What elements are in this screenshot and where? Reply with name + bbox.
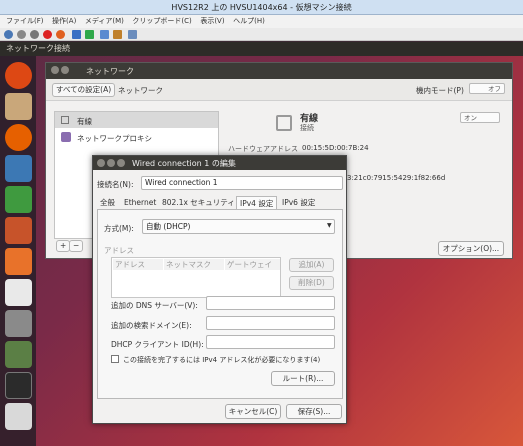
system-settings-icon[interactable] [5,310,32,337]
dialog-title: Wired connection 1 の編集 [132,159,236,168]
col-address: アドレス [113,259,163,270]
dialog-maximize-icon[interactable] [117,159,125,167]
require-ipv4-label: この接続を完了するには IPv4 アドレス化が必要になります(4) [123,356,321,364]
vm-toolbar [0,28,523,41]
software-center-icon[interactable] [5,248,32,275]
menu-clipboard[interactable]: クリップボード(C) [132,17,191,25]
writer-icon[interactable] [5,155,32,182]
pause-icon[interactable] [72,30,81,39]
firefox-icon[interactable] [5,124,32,151]
airplane-state: オフ [488,85,501,93]
terminal-icon[interactable] [5,372,32,399]
close-icon[interactable] [51,66,59,74]
list-item-wired[interactable]: 有線 [55,112,218,128]
menu-help[interactable]: ヘルプ(H) [233,17,265,25]
add-address-button[interactable]: 追加(A) [289,258,334,272]
dialog-minimize-icon[interactable] [107,159,115,167]
dash-icon[interactable] [5,62,32,89]
calc-icon[interactable] [5,186,32,213]
update-manager-icon[interactable] [5,341,32,368]
dialog-close-icon[interactable] [97,159,105,167]
impress-icon[interactable] [5,217,32,244]
menu-view[interactable]: 表示(V) [200,17,224,25]
files-icon[interactable] [5,93,32,120]
revert-icon[interactable] [113,30,122,39]
top-panel-title: ネットワーク接続 [6,44,70,53]
menu-media[interactable]: メディア(M) [85,17,124,25]
col-netmask: ネットマスク [164,259,224,270]
resume-icon[interactable] [85,30,94,39]
list-item-proxy[interactable]: ネットワークプロキシ [55,128,218,146]
text-editor-icon[interactable] [5,403,32,430]
all-settings-button[interactable]: すべての設定(A) [52,83,116,97]
save-state-icon[interactable] [56,30,65,39]
ethernet-large-icon [276,115,292,131]
checkpoint-icon[interactable] [100,30,109,39]
search-domain-label: 追加の検索ドメイン(E): [111,321,192,330]
wired-status: 接続 [300,124,314,132]
cancel-button[interactable]: キャンセル(C) [225,404,281,419]
require-ipv4-checkbox[interactable] [111,355,119,363]
conn-name-input[interactable]: Wired connection 1 [141,176,343,190]
options-button[interactable]: オプション(O)... [438,241,504,256]
tab-8021x[interactable]: 802.1x セキュリティ [159,196,238,209]
start-icon[interactable] [17,30,26,39]
ctrl-alt-del-icon[interactable] [4,30,13,39]
wired-toggle-state: オン [464,114,477,122]
ubuntu-top-panel: ネットワーク接続 [0,42,523,56]
routes-button[interactable]: ルート(R)... [271,371,335,386]
vm-window-title: HVS12R2 上の HVSU1404x64 - 仮想マシン接続 [171,3,352,12]
address-section-label: アドレス [104,246,134,255]
tab-ipv6[interactable]: IPv6 設定 [279,196,318,209]
airplane-mode-label: 機内モード(P) [416,86,464,95]
list-item-label: ネットワークプロキシ [77,134,152,143]
tab-ethernet[interactable]: Ethernet [121,196,159,209]
hw-address-value: 00:15:5D:00:7B:24 [302,144,369,152]
vm-menubar: ファイル(F) 操作(A) メディア(M) クリップボード(C) 表示(V) ヘ… [0,15,523,28]
wired-toggle[interactable]: オン [460,112,500,123]
chevron-down-icon: ▼ [327,222,332,229]
hw-address-label: ハードウェアアドレス [228,145,298,153]
tab-general[interactable]: 全般 [97,196,118,209]
dialog-titlebar: Wired connection 1 の編集 [93,156,346,170]
dns-label: 追加の DNS サーバー(V): [111,301,198,310]
menu-action[interactable]: 操作(A) [52,17,76,25]
menu-file[interactable]: ファイル(F) [6,17,44,25]
vm-window-titlebar: HVS12R2 上の HVSU1404x64 - 仮想マシン接続 [0,0,523,15]
network-title: ネットワーク [86,67,134,76]
ipv6-address-value: 3:21c0:7915:5429:1f82:66d [347,174,446,182]
edit-connection-dialog: Wired connection 1 の編集 接続名(N): Wired con… [92,155,347,424]
enhanced-session-icon[interactable] [128,30,137,39]
dns-input[interactable] [206,296,335,310]
tab-ipv4[interactable]: IPv4 設定 [236,196,278,209]
network-toolbar: すべての設定(A) ネットワーク 機内モード(P) オフ [46,79,512,101]
breadcrumb: ネットワーク [118,86,163,95]
method-select[interactable]: 自動 (DHCP) [142,219,335,234]
ethernet-icon [61,116,69,124]
network-titlebar: ネットワーク [46,63,512,79]
col-gateway: ゲートウェイ [225,259,280,270]
dhcp-client-label: DHCP クライアント ID(H): [111,340,204,349]
airplane-mode-toggle[interactable]: オフ [469,83,505,94]
turn-off-icon[interactable] [30,30,39,39]
method-label: 方式(M): [104,224,134,233]
method-value: 自動 (DHCP) [146,222,191,231]
ubuntu-launcher [0,56,36,446]
list-item-label: 有線 [77,117,92,126]
save-button[interactable]: 保存(S)... [286,404,342,419]
search-domain-input[interactable] [206,316,335,330]
shutdown-icon[interactable] [43,30,52,39]
amazon-icon[interactable] [5,279,32,306]
address-table: アドレス ネットマスク ゲートウェイ [111,257,281,298]
minimize-icon[interactable] [61,66,69,74]
dhcp-client-input[interactable] [206,335,335,349]
remove-connection-button[interactable]: − [69,240,84,252]
delete-address-button[interactable]: 削除(D) [289,276,334,290]
proxy-icon [61,132,71,142]
conn-name-label: 接続名(N): [97,180,134,189]
